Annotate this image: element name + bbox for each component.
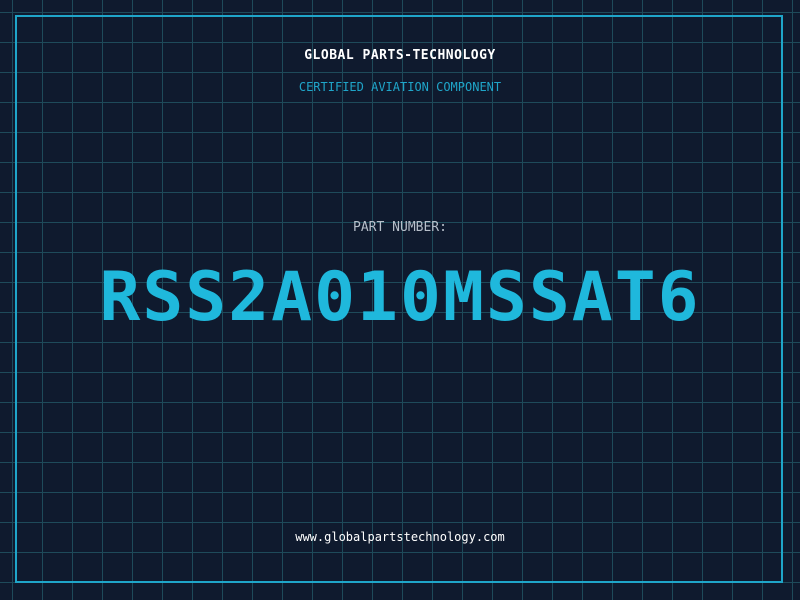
part-card: GLOBAL PARTS-TECHNOLOGY CERTIFIED AVIATI…	[0, 0, 800, 600]
company-name: GLOBAL PARTS-TECHNOLOGY	[304, 48, 496, 63]
website-url: www.globalpartstechnology.com	[295, 530, 505, 544]
part-number-value: RSS2A010MSSAT6	[99, 258, 701, 337]
certification-subtitle: CERTIFIED AVIATION COMPONENT	[298, 80, 502, 94]
part-number-label: PART NUMBER:	[353, 220, 447, 235]
